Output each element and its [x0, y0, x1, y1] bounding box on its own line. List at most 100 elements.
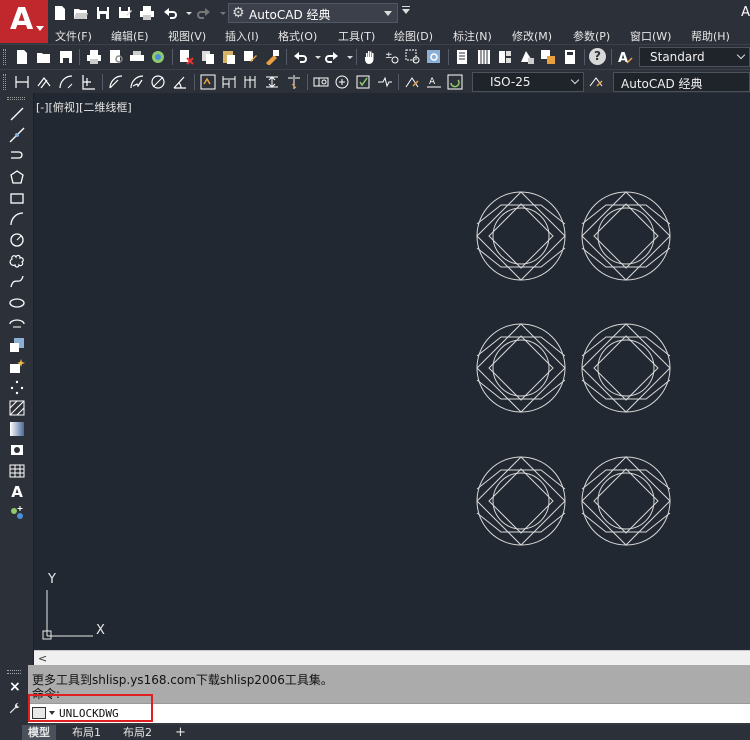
customize-quick-access-icon[interactable] — [402, 6, 410, 14]
undo-icon[interactable] — [292, 49, 308, 65]
design-center-icon[interactable] — [476, 49, 492, 65]
scroll-left-arrow[interactable]: < — [38, 652, 47, 665]
text-style-select[interactable]: Standard — [639, 47, 750, 67]
markup-set-icon[interactable] — [540, 49, 556, 65]
menu-file[interactable]: 文件(F) — [55, 28, 92, 44]
construction-line-icon[interactable] — [9, 127, 25, 143]
drawing-canvas[interactable]: [-][俯视][二维线框] Y X — [34, 93, 750, 650]
menu-help[interactable]: 帮助(H) — [691, 28, 730, 44]
baseline-dimension-icon[interactable] — [221, 74, 237, 90]
line-icon[interactable] — [9, 106, 25, 122]
tab-layout1[interactable]: 布局1 — [66, 725, 107, 740]
paste-icon[interactable] — [221, 49, 237, 65]
point-icon[interactable] — [9, 379, 25, 395]
horizontal-scrollbar[interactable]: < — [34, 650, 750, 665]
insert-block-icon[interactable] — [9, 337, 25, 353]
properties-icon[interactable] — [454, 49, 470, 65]
match-properties-icon[interactable] — [242, 49, 258, 65]
menu-insert[interactable]: 插入(I) — [225, 28, 259, 44]
plot-icon[interactable] — [86, 49, 102, 65]
make-block-icon[interactable] — [9, 358, 25, 374]
jogged-linear-icon[interactable] — [377, 74, 393, 90]
toolbar-grip[interactable] — [7, 97, 25, 100]
redo-dropdown-icon[interactable] — [342, 49, 353, 65]
application-menu-button[interactable]: A — [0, 0, 48, 43]
save-as-icon[interactable] — [117, 5, 133, 21]
menu-tools[interactable]: 工具(T) — [338, 28, 375, 44]
angular-dimension-icon[interactable] — [172, 74, 188, 90]
menu-format[interactable]: 格式(O) — [278, 28, 317, 44]
radius-dimension-icon[interactable] — [108, 74, 124, 90]
close-icon[interactable]: × — [9, 679, 21, 695]
quick-dimension-icon[interactable] — [200, 74, 216, 90]
help-button[interactable]: ? — [589, 48, 606, 65]
dimension-style-icon[interactable] — [588, 74, 604, 90]
publish-icon[interactable] — [129, 49, 145, 65]
workspace-combo[interactable]: AutoCAD 经典 — [613, 72, 750, 92]
ellipse-arc-icon[interactable] — [9, 316, 25, 332]
ordinate-dimension-icon[interactable] — [80, 74, 96, 90]
zoom-previous-icon[interactable] — [426, 49, 442, 65]
3d-dwf-icon[interactable] — [150, 49, 166, 65]
ellipse-icon[interactable] — [9, 295, 25, 311]
redo-dropdown-icon[interactable] — [215, 5, 226, 21]
arc-length-icon[interactable] — [58, 74, 74, 90]
menu-edit[interactable]: 编辑(E) — [111, 28, 149, 44]
dimension-break-icon[interactable] — [286, 74, 302, 90]
cut-icon[interactable] — [178, 49, 194, 65]
block-editor-icon[interactable] — [264, 49, 280, 65]
save-icon[interactable] — [95, 5, 111, 21]
rectangle-icon[interactable] — [9, 190, 25, 206]
revision-cloud-icon[interactable] — [9, 253, 25, 269]
hatch-icon[interactable] — [9, 400, 25, 416]
print-icon[interactable] — [139, 5, 155, 21]
table-icon[interactable] — [9, 463, 25, 479]
save-icon[interactable] — [58, 49, 74, 65]
plot-preview-icon[interactable] — [108, 49, 124, 65]
zoom-window-icon[interactable] — [405, 49, 421, 65]
jogged-dimension-icon[interactable] — [129, 74, 145, 90]
menu-window[interactable]: 窗口(W) — [630, 28, 671, 44]
new-icon[interactable] — [14, 49, 30, 65]
spline-icon[interactable] — [9, 274, 25, 290]
command-window-grip[interactable] — [7, 670, 21, 674]
dimension-text-edit-icon[interactable]: A — [426, 74, 442, 90]
undo-icon[interactable] — [162, 5, 178, 21]
continue-dimension-icon[interactable] — [243, 74, 259, 90]
qnew-icon[interactable] — [52, 5, 68, 21]
multiline-text-icon[interactable]: A — [9, 484, 25, 500]
copy-icon[interactable] — [200, 49, 216, 65]
zoom-realtime-icon[interactable]: ± — [384, 49, 400, 65]
dimension-update-icon[interactable] — [447, 74, 463, 90]
open-folder-icon[interactable] — [36, 49, 52, 65]
menu-dimension[interactable]: 标注(N) — [453, 28, 492, 44]
open-folder-icon[interactable] — [73, 5, 89, 21]
menu-view[interactable]: 视图(V) — [168, 28, 206, 44]
toolbar-grip[interactable] — [3, 74, 6, 90]
linear-dimension-icon[interactable] — [14, 74, 30, 90]
arc-icon[interactable] — [9, 211, 25, 227]
tab-layout2[interactable]: 布局2 — [117, 725, 158, 740]
undo-dropdown-icon[interactable] — [181, 5, 192, 21]
dimension-space-icon[interactable] — [264, 74, 280, 90]
toolbar-grip[interactable] — [3, 49, 6, 65]
menu-draw[interactable]: 绘图(D) — [394, 28, 433, 44]
circle-icon[interactable] — [9, 232, 25, 248]
polygon-icon[interactable] — [9, 169, 25, 185]
sheet-set-icon[interactable] — [519, 49, 535, 65]
undo-dropdown-icon[interactable] — [310, 49, 321, 65]
region-icon[interactable] — [9, 442, 25, 458]
wrench-icon[interactable] — [8, 701, 22, 715]
redo-icon[interactable] — [196, 5, 212, 21]
quickcalc-icon[interactable] — [562, 49, 578, 65]
tolerance-icon[interactable] — [313, 74, 329, 90]
add-selected-icon[interactable] — [9, 505, 25, 521]
tab-model[interactable]: 模型 — [22, 725, 56, 740]
tool-palettes-icon[interactable] — [497, 49, 513, 65]
inspection-icon[interactable] — [355, 74, 371, 90]
aligned-dimension-icon[interactable] — [36, 74, 52, 90]
menu-modify[interactable]: 修改(M) — [512, 28, 552, 44]
text-style-icon[interactable]: A — [617, 49, 633, 65]
add-layout-button[interactable]: + — [175, 725, 186, 740]
dimension-edit-icon[interactable] — [404, 74, 420, 90]
